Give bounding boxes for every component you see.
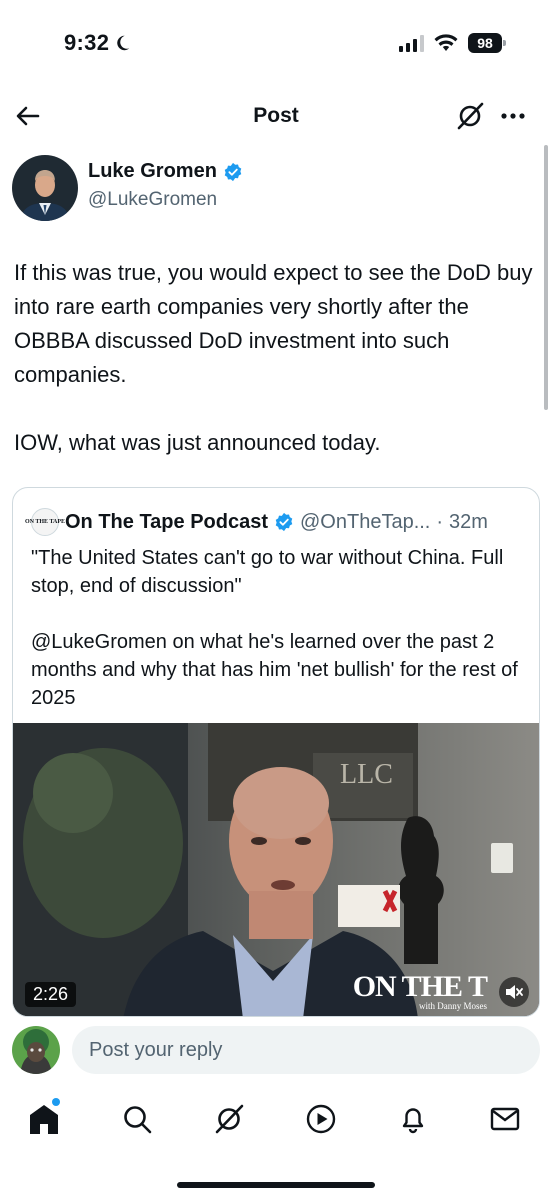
bottom-tab-bar: [0, 1092, 552, 1146]
battery-level: 98: [477, 35, 493, 51]
separator-dot: ·: [436, 510, 444, 533]
quoted-post-header: ON THE TAPE On The Tape Podcast @OnTheTa…: [25, 508, 488, 536]
author-name[interactable]: Luke Gromen: [88, 160, 243, 183]
verified-badge-icon: [275, 512, 293, 532]
status-time: 9:32: [64, 30, 131, 56]
my-avatar[interactable]: [12, 1026, 60, 1074]
author-name-text: Luke Gromen: [88, 160, 217, 182]
author-avatar[interactable]: [12, 155, 78, 221]
quoted-author-name[interactable]: On The Tape Podcast: [65, 511, 268, 534]
watermark-title: ON THE T: [352, 970, 488, 1003]
mute-toggle-button[interactable]: [499, 977, 529, 1007]
scrollbar[interactable]: [544, 145, 548, 410]
quoted-post-time: 32m: [449, 510, 488, 533]
home-icon[interactable]: [27, 1102, 61, 1136]
wifi-icon: [434, 34, 458, 51]
battery-icon: 98: [468, 33, 506, 53]
moon-icon: [117, 35, 130, 51]
notifications-bell-icon[interactable]: [396, 1102, 430, 1136]
video-tab-icon[interactable]: [304, 1102, 338, 1136]
status-bar: 9:32 98: [0, 0, 552, 90]
quoted-author-avatar[interactable]: ON THE TAPE: [25, 508, 65, 536]
top-nav: Post: [0, 92, 552, 140]
video-player[interactable]: LLC ON THE T with Danny Moses 2:26: [13, 723, 539, 1016]
verified-badge-icon: [224, 162, 242, 181]
more-dots-icon[interactable]: [497, 100, 529, 132]
reply-bar: [0, 1018, 552, 1082]
cellular-signal-icon: [399, 34, 424, 52]
search-icon[interactable]: [120, 1102, 154, 1136]
video-watermark: ON THE T with Danny Moses: [352, 970, 488, 1012]
status-indicators: 98: [399, 33, 506, 53]
quoted-post-card[interactable]: ON THE TAPE On The Tape Podcast @OnTheTa…: [12, 487, 540, 1017]
quoted-author-handle[interactable]: @OnTheTap...: [300, 511, 430, 534]
video-duration: 2:26: [25, 982, 77, 1007]
quoted-paragraph: "The United States can't go to war witho…: [31, 547, 504, 597]
post-paragraph: IOW, what was just announced today.: [14, 430, 381, 455]
speaker-muted-icon: [506, 985, 523, 999]
author-handle[interactable]: @LukeGromen: [88, 189, 217, 211]
grok-icon[interactable]: [454, 100, 486, 132]
reply-input[interactable]: [72, 1026, 540, 1074]
messages-envelope-icon[interactable]: [488, 1102, 522, 1136]
post-paragraph: If this was true, you would expect to se…: [14, 260, 533, 387]
home-indicator[interactable]: [177, 1182, 375, 1188]
post-text: If this was true, you would expect to se…: [14, 256, 534, 494]
wall-sign-text: LLC: [340, 759, 393, 790]
quoted-post-text: "The United States can't go to war witho…: [31, 544, 531, 740]
clock-text: 9:32: [64, 30, 110, 55]
new-posts-dot: [52, 1098, 60, 1106]
quoted-paragraph: @LukeGromen on what he's learned over th…: [31, 631, 518, 709]
grok-icon[interactable]: [212, 1102, 246, 1136]
